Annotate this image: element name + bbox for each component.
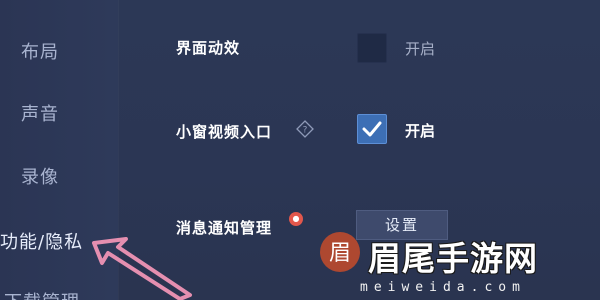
watermark-logo: 眉	[320, 232, 360, 272]
svg-text:?: ?	[303, 126, 308, 136]
sidebar-item-download-manager[interactable]: 下载管理	[4, 288, 80, 300]
sidebar-item-sound[interactable]: 声音	[21, 100, 59, 126]
ui-effects-checkbox[interactable]	[357, 33, 387, 63]
sidebar-item-function-privacy[interactable]: 功能/隐私	[0, 228, 83, 254]
sidebar-item-layout[interactable]: 布局	[21, 38, 59, 64]
watermark-logo-text: 眉	[329, 241, 351, 266]
mini-window-checkbox[interactable]	[357, 114, 387, 144]
watermark-url: meiweida.com	[360, 280, 526, 295]
checkmark-icon	[362, 121, 382, 137]
settings-screen: 布局 声音 录像 功能/隐私 下载管理 界面动效 开启 小窗视频入口 ? 开启 …	[0, 0, 600, 300]
ui-effects-state: 开启	[405, 40, 436, 58]
mini-window-label: 小窗视频入口	[176, 123, 273, 141]
new-badge-icon: ●	[289, 212, 303, 226]
sidebar-item-recording[interactable]: 录像	[21, 163, 59, 189]
ui-effects-label: 界面动效	[176, 39, 241, 57]
pink-arrow-icon	[92, 237, 192, 300]
mini-window-state: 开启	[405, 122, 436, 140]
help-diamond-icon[interactable]: ?	[296, 120, 314, 138]
watermark-text: 眉尾手游网	[368, 239, 538, 278]
